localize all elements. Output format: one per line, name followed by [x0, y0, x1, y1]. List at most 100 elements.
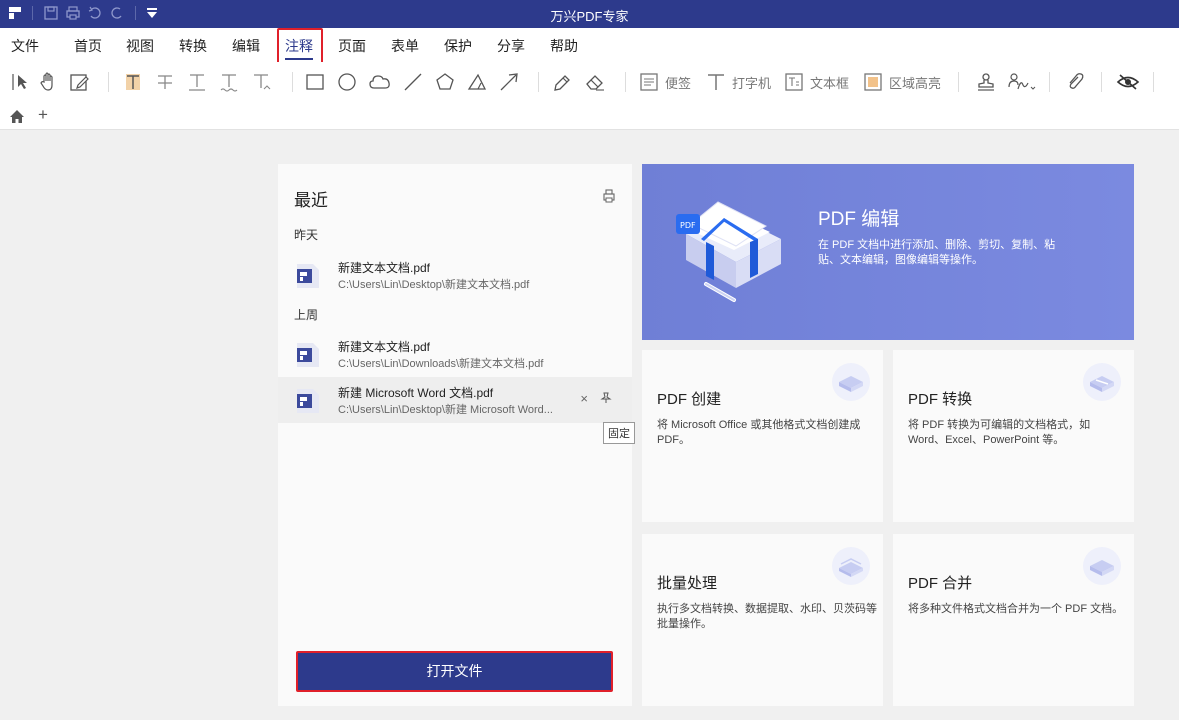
home-icon[interactable] — [9, 109, 25, 124]
sticky-note-icon — [640, 73, 658, 91]
line-tool[interactable] — [402, 70, 424, 94]
printer-icon[interactable] — [602, 189, 616, 203]
pdf-edit-illustration-icon: PDF — [676, 201, 781, 302]
typewriter-label: 打字机 — [732, 75, 772, 91]
hide-comments-tool[interactable] — [1116, 70, 1140, 94]
cloud-icon — [369, 75, 390, 89]
group-label-yesterday: 昨天 — [294, 228, 319, 242]
area-highlight-icon — [864, 73, 882, 91]
cloud-tool[interactable] — [368, 70, 392, 94]
toolbar-separator — [1049, 72, 1050, 92]
underline-icon — [189, 74, 205, 91]
textbox-label: 文本框 — [810, 75, 850, 91]
pdf-convert-description: 将 PDF 转换为可编辑的文档格式，如 Word、Excel、PowerPoin… — [908, 419, 1091, 446]
pdf-create-title: PDF 创建 — [657, 391, 722, 408]
toolbar-separator — [1153, 72, 1154, 92]
pdf-edit-description: 在 PDF 文档中进行添加、删除、剪切、复制、粘贴、文本编辑，图像编辑等操作。 — [818, 239, 1056, 266]
textbox-icon — [785, 73, 803, 91]
squiggly-tool[interactable] — [218, 70, 240, 94]
signature-icon — [1008, 73, 1036, 90]
group-label-last-week: 上周 — [294, 308, 319, 322]
remove-recent-close-icon[interactable]: × — [580, 391, 588, 406]
attachment-tool[interactable] — [1064, 70, 1086, 94]
underline-tool[interactable] — [186, 70, 208, 94]
menu-page[interactable]: 页面 — [338, 36, 366, 56]
recent-files-panel: 最近 昨天 新建文本文档.pdf C:\Users\Lin\Desktop\新建… — [278, 164, 632, 706]
menu-protect[interactable]: 保护 — [444, 36, 472, 56]
eye-hide-icon — [1116, 74, 1140, 90]
menu-view[interactable]: 视图 — [126, 36, 154, 56]
hand-tool[interactable] — [38, 70, 60, 94]
file-path: C:\Users\Lin\Downloads\新建文本文档.pdf — [338, 358, 544, 370]
pdf-edit-card[interactable]: PDF PDF 编辑 在 PDF 文档中进行添加、删除、剪切、复制、粘贴、文本编… — [642, 164, 1134, 340]
menu-convert[interactable]: 转换 — [179, 36, 207, 56]
rectangle-icon — [306, 74, 324, 90]
recent-file-item[interactable]: 新建文本文档.pdf C:\Users\Lin\Desktop\新建文本文档.p… — [278, 252, 632, 298]
menu-edit[interactable]: 编辑 — [232, 36, 260, 56]
window-title: 万兴PDF专家 — [550, 9, 629, 24]
strikethrough-icon — [158, 75, 172, 89]
polyline-icon — [467, 73, 487, 90]
pin-icon[interactable] — [600, 392, 612, 404]
polygon-tool[interactable] — [434, 70, 456, 94]
pdf-file-icon — [297, 389, 319, 413]
area-highlight-tool[interactable]: 区域高亮 — [862, 70, 941, 94]
pdf-create-card[interactable]: PDF 创建 将 Microsoft Office 或其他格式文档创建成PDF。 — [642, 350, 883, 522]
edit-tool[interactable] — [68, 70, 90, 94]
title-bar: 万兴PDF专家 — [0, 0, 1179, 28]
pdf-file-icon — [297, 343, 319, 367]
toolbar-separator — [625, 72, 626, 92]
rectangle-tool[interactable] — [304, 70, 326, 94]
textbox-tool[interactable]: 文本框 — [783, 70, 849, 94]
area-highlight-label: 区域高亮 — [889, 75, 942, 91]
typewriter-tool[interactable]: 打字机 — [705, 70, 771, 94]
pdf-merge-title: PDF 合并 — [908, 575, 973, 592]
recent-file-item[interactable]: 新建文本文档.pdf C:\Users\Lin\Downloads\新建文本文档… — [278, 331, 632, 377]
file-name: 新建文本文档.pdf — [338, 340, 431, 354]
polyline-tool[interactable] — [466, 70, 488, 94]
menu-form[interactable]: 表单 — [391, 36, 419, 56]
pencil-tool[interactable] — [551, 70, 573, 94]
pdf-edit-title: PDF 编辑 — [818, 209, 900, 230]
arrow-tool[interactable] — [498, 70, 520, 94]
batch-process-icon — [832, 547, 870, 585]
batch-process-card[interactable]: 批量处理 执行多文档转换、数据提取、水印、贝茨码等批量操作。 — [642, 534, 883, 706]
hand-icon — [40, 72, 53, 91]
sticky-note-tool[interactable]: 便签 — [638, 70, 691, 94]
highlight-text-icon — [126, 74, 140, 90]
pdf-convert-card[interactable]: PDF 转换 将 PDF 转换为可编辑的文档格式，如 Word、Excel、Po… — [893, 350, 1134, 522]
squiggly-underline-icon — [220, 74, 238, 92]
toolbar-separator — [108, 72, 109, 92]
insert-text-tool[interactable] — [250, 70, 272, 94]
select-tool[interactable] — [10, 70, 32, 94]
new-tab-plus-icon[interactable]: + — [38, 105, 48, 125]
pdf-merge-card[interactable]: PDF 合并 将多种文件格式文档合并为一个 PDF 文档。 — [893, 534, 1134, 706]
sticky-note-label: 便签 — [665, 75, 692, 91]
pdf-merge-icon — [1083, 547, 1121, 585]
insert-text-icon — [254, 74, 271, 90]
menu-share[interactable]: 分享 — [497, 36, 525, 56]
menu-home[interactable]: 首页 — [74, 36, 102, 56]
pdf-create-description: 将 Microsoft Office 或其他格式文档创建成PDF。 — [657, 419, 861, 446]
oval-tool[interactable] — [336, 70, 358, 94]
highlight-text-tool[interactable] — [122, 70, 144, 94]
pdf-convert-icon — [1083, 363, 1121, 401]
stamp-tool[interactable] — [975, 70, 997, 94]
pdf-file-icon — [297, 264, 319, 288]
eraser-icon — [586, 75, 604, 91]
signature-tool[interactable] — [1006, 70, 1036, 94]
recent-title: 最近 — [294, 191, 328, 210]
strikethrough-tool[interactable] — [154, 70, 176, 94]
menu-help[interactable]: 帮助 — [550, 36, 578, 56]
typewriter-icon — [708, 74, 724, 90]
pdf-convert-title: PDF 转换 — [908, 391, 973, 408]
stamp-icon — [978, 73, 994, 91]
eraser-tool[interactable] — [584, 70, 606, 94]
file-name: 新建文本文档.pdf — [338, 261, 431, 275]
menu-file[interactable]: 文件 — [11, 36, 39, 56]
arrow-icon — [500, 73, 518, 91]
recent-file-item[interactable]: 新建 Microsoft Word 文档.pdf C:\Users\Lin\De… — [278, 377, 632, 423]
cursor-icon — [12, 74, 27, 90]
batch-process-title: 批量处理 — [657, 575, 718, 592]
menu-bar: 文件 首页 视图 转换 编辑 注释 页面 表单 保护 分享 帮助 — [0, 28, 1179, 62]
